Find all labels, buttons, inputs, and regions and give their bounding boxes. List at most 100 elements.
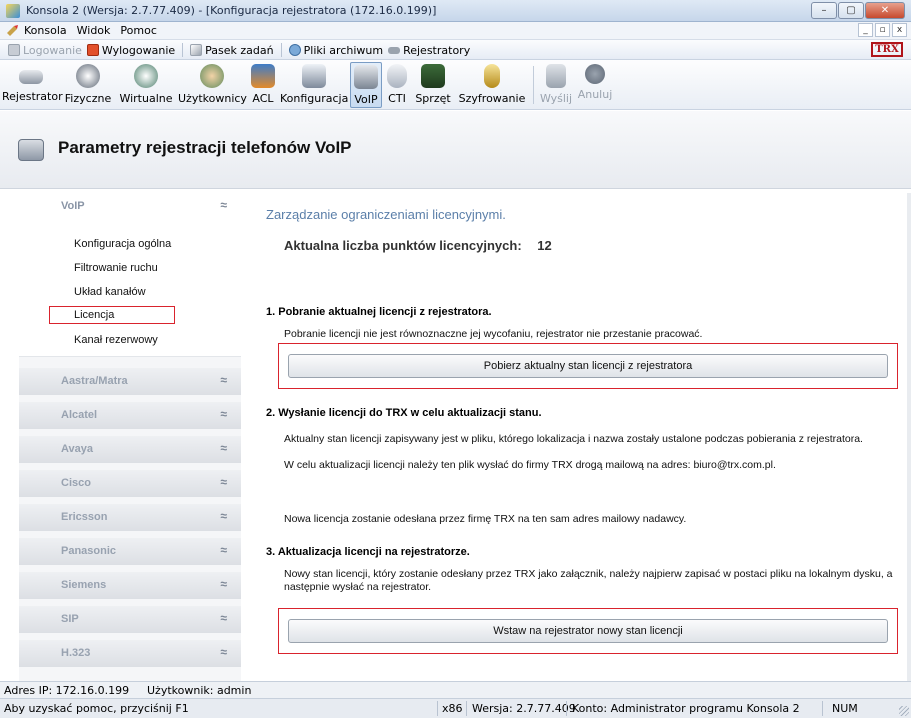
chevron-down-icon: ≈: [220, 543, 227, 557]
toolbar-fizyczne-button[interactable]: Fizyczne: [62, 62, 114, 108]
sidebar-group-aastra-matra[interactable]: Aastra/Matra ≈: [19, 368, 241, 395]
sidebar-group-label: VoIP: [61, 200, 85, 212]
sidebar-group-cisco[interactable]: Cisco ≈: [19, 470, 241, 497]
login-label: Logowanie: [23, 43, 82, 57]
sidebar-group-h323[interactable]: H.323 ≈: [19, 640, 241, 667]
chevron-up-icon[interactable]: ≈: [220, 198, 227, 212]
license-count-value: 12: [537, 238, 552, 253]
toolbar-acl-button[interactable]: ACL: [248, 62, 278, 108]
login-icon: [8, 44, 20, 56]
key-icon: [484, 64, 500, 88]
sidebar-group-panasonic[interactable]: Panasonic ≈: [19, 538, 241, 565]
mdi-restore-button[interactable]: ▫: [875, 23, 890, 37]
toolbar-wirtualne-button[interactable]: Wirtualne: [116, 62, 176, 108]
toolbar-rejestrator-label: Rejestrator: [2, 90, 63, 103]
main-toolbar: Rejestrator Fizyczne Wirtualne Użytkowni…: [0, 60, 911, 110]
close-button[interactable]: ✕: [865, 2, 905, 19]
sidebar-item-uklad-kanalow[interactable]: Układ kanałów: [74, 286, 146, 298]
toolbar-konfiguracja-button[interactable]: Konfiguracja: [280, 62, 348, 108]
toolbar-fizyczne-label: Fizyczne: [64, 92, 112, 105]
chevron-down-icon: ≈: [220, 407, 227, 421]
sidebar-group-label: Siemens: [61, 579, 107, 591]
trx-logo: TRX: [871, 42, 903, 57]
toolbar-acl-label: ACL: [252, 92, 274, 105]
taskbar-label: Pasek zadań: [205, 43, 274, 57]
acl-icon: [251, 64, 275, 88]
login-button[interactable]: Logowanie: [8, 44, 82, 57]
menu-pomoc[interactable]: Pomoc: [120, 24, 156, 37]
sidebar-group-avaya[interactable]: Avaya ≈: [19, 436, 241, 463]
toolbar-separator: [182, 43, 184, 57]
chevron-down-icon: ≈: [220, 475, 227, 489]
cancel-icon: [585, 64, 605, 84]
sidebar-group-label: Avaya: [61, 443, 94, 455]
sidebar-group-voip[interactable]: VoIP ≈: [19, 193, 241, 220]
menu-konsola[interactable]: Konsola: [24, 24, 67, 37]
toolbar-sprzet-button[interactable]: Sprzęt: [412, 62, 454, 108]
toolbar-separator: [280, 43, 282, 57]
logout-button[interactable]: Wylogowanie: [86, 44, 175, 57]
upload-button-highlight: Wstaw na rejestrator nowy stan licencji: [278, 608, 898, 654]
download-button-highlight: Pobierz aktualny stan licencji z rejestr…: [278, 343, 898, 389]
step-2-title: 2. Wysłanie licencji do TRX w celu aktua…: [266, 407, 542, 419]
toolbar-wirtualne-label: Wirtualne: [119, 92, 173, 105]
title-bar: Konsola 2 (Wersja: 2.7.77.409) - [Konfig…: [0, 0, 911, 22]
sidebar-group-label: Panasonic: [61, 545, 117, 557]
toolbar-sprzet-label: Sprzęt: [415, 92, 451, 105]
toolbar-rejestrator-button[interactable]: Rejestrator: [2, 62, 63, 108]
sidebar-item-licencja[interactable]: Licencja: [49, 306, 175, 324]
scrollbar[interactable]: [907, 193, 911, 681]
toolbar-uzytkownicy-button[interactable]: Użytkownicy: [178, 62, 247, 108]
status-account: Konto: Administrator programu Konsola 2: [572, 702, 800, 715]
sidebar-group-alcatel[interactable]: Alcatel ≈: [19, 402, 241, 429]
toolbar-wyslij-button[interactable]: Wyślij: [538, 62, 574, 108]
recorders-label: Rejestratory: [403, 43, 471, 57]
physical-channels-icon: [76, 64, 100, 88]
step-2-text-2: W celu aktualizacji licencji należy ten …: [284, 459, 776, 471]
connection-status-bar: Adres IP: 172.16.0.199 Użytkownik: admin: [0, 681, 911, 698]
status-num: NUM: [832, 702, 858, 715]
status-version: Wersja: 2.7.77.409: [472, 702, 576, 715]
step-3-text: Nowy stan licencji, który zostanie odesł…: [284, 568, 893, 593]
hardware-icon: [421, 64, 445, 88]
toolbar-anuluj-button[interactable]: Anuluj: [576, 62, 614, 108]
toolbar-voip-button[interactable]: VoIP: [350, 62, 382, 108]
toolbar-cti-button[interactable]: CTI: [384, 62, 410, 108]
resize-grip-icon[interactable]: [899, 706, 909, 716]
status-divider: [566, 701, 567, 716]
sidebar-item-kanal-rezerwowy[interactable]: Kanał rezerwowy: [74, 334, 158, 346]
status-divider: [822, 701, 823, 716]
sidebar-group-ericsson[interactable]: Ericsson ≈: [19, 504, 241, 531]
mdi-minimize-button[interactable]: _: [858, 23, 873, 37]
sidebar-group-sip[interactable]: SIP ≈: [19, 606, 241, 633]
sidebar-group-label: Ericsson: [61, 511, 108, 523]
license-count-label: Aktualna liczba punktów licencyjnych:: [284, 238, 522, 253]
download-license-button[interactable]: Pobierz aktualny stan licencji z rejestr…: [288, 354, 888, 378]
status-ip: Adres IP: 172.16.0.199: [4, 684, 130, 697]
step-1-text: Pobranie licencji nie jest równoznaczne …: [284, 328, 703, 340]
maximize-button[interactable]: ▢: [838, 2, 864, 19]
minimize-button[interactable]: –: [811, 2, 837, 19]
toolbar-szyfrowanie-button[interactable]: Szyfrowanie: [456, 62, 528, 108]
status-arch: x86: [442, 702, 463, 715]
sidebar-group-siemens[interactable]: Siemens ≈: [19, 572, 241, 599]
menu-widok[interactable]: Widok: [77, 24, 111, 37]
virtual-channels-icon: [134, 64, 158, 88]
toolbar-anuluj-label: Anuluj: [577, 88, 613, 101]
recorder-device-icon: [19, 70, 43, 84]
recorders-button[interactable]: Rejestratory: [388, 44, 470, 57]
sidebar-group-label: Alcatel: [61, 409, 98, 421]
sidebar-item-konfiguracja-ogolna[interactable]: Konfiguracja ogólna: [74, 238, 171, 250]
taskbar-button[interactable]: Pasek zadań: [190, 43, 274, 57]
upload-license-button[interactable]: Wstaw na rejestrator nowy stan licencji: [288, 619, 888, 643]
checkmark-icon: [546, 64, 566, 88]
page-header: Parametry rejestracji telefonów VoIP: [0, 111, 911, 189]
status-divider: [466, 701, 467, 716]
archive-button[interactable]: Pliki archiwum: [288, 44, 383, 57]
toolbar-cti-label: CTI: [388, 92, 406, 105]
sidebar-item-filtrowanie-ruchu[interactable]: Filtrowanie ruchu: [74, 262, 158, 274]
chevron-down-icon: ≈: [220, 441, 227, 455]
sidebar-group-label: H.323: [61, 647, 91, 659]
mdi-close-button[interactable]: x: [892, 23, 907, 37]
license-count: Aktualna liczba punktów licencyjnych: 12: [284, 238, 552, 253]
